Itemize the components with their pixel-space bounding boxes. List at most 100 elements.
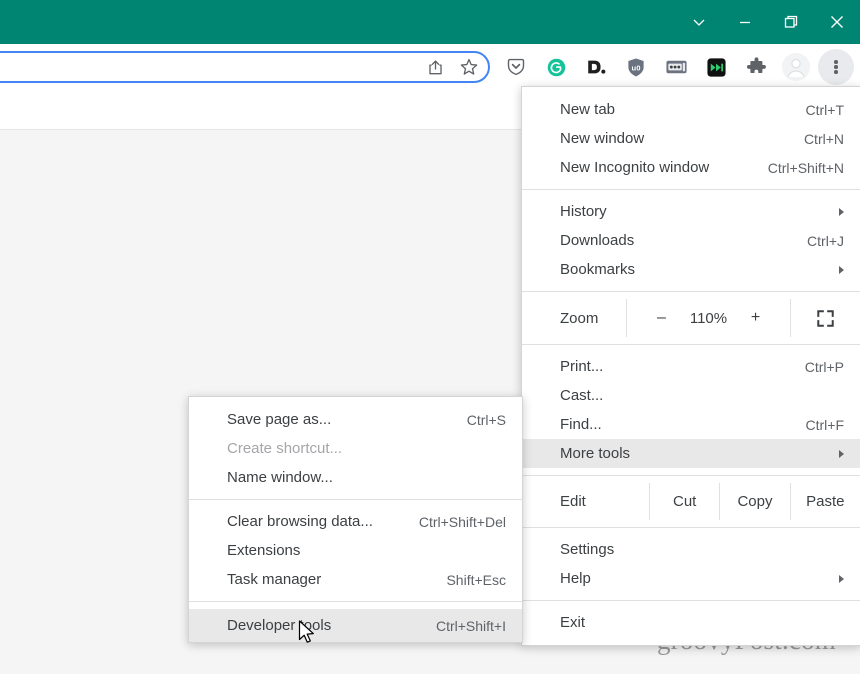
menu-item-settings[interactable]: Settings	[522, 535, 860, 564]
menu-item-developer-tools[interactable]: Developer tools Ctrl+Shift+I	[189, 609, 522, 642]
zoom-controls: – 110% +	[626, 299, 790, 337]
menu-item-shortcut: Ctrl+T	[805, 101, 845, 118]
collapse-chevron-button[interactable]	[676, 0, 722, 44]
menu-separator	[522, 475, 860, 476]
zoom-in-button[interactable]: +	[749, 309, 763, 327]
more-tools-submenu: Save page as... Ctrl+S Create shortcut..…	[188, 396, 523, 643]
fast-forward-icon[interactable]	[696, 48, 736, 86]
menu-item-label: Cast...	[560, 387, 604, 404]
submenu-arrow-icon	[839, 574, 844, 583]
menu-item-print[interactable]: Print... Ctrl+P	[522, 352, 860, 381]
menu-item-label: Find...	[560, 416, 602, 433]
menu-item-label: Extensions	[227, 542, 301, 559]
menu-separator	[522, 527, 860, 528]
menu-separator	[522, 189, 860, 190]
menu-item-label: History	[560, 203, 607, 220]
menu-item-label: Save page as...	[227, 411, 332, 428]
profile-avatar-icon[interactable]	[776, 48, 816, 86]
menu-item-exit[interactable]: Exit	[522, 608, 860, 637]
menu-dot	[834, 60, 838, 64]
menu-item-label: Developer tools	[227, 617, 332, 634]
menu-item-label: New window	[560, 130, 645, 147]
menu-item-name-window[interactable]: Name window...	[189, 463, 522, 492]
ublock-origin-icon[interactable]: u0	[616, 48, 656, 86]
menu-item-label: Name window...	[227, 469, 333, 486]
svg-text:u0: u0	[632, 63, 641, 72]
bookmark-star-icon[interactable]	[454, 53, 484, 81]
menu-item-label: Task manager	[227, 571, 322, 588]
edit-label: Edit	[560, 493, 586, 510]
menu-separator	[189, 601, 522, 602]
fullscreen-icon[interactable]	[790, 299, 860, 337]
share-icon[interactable]	[420, 53, 450, 81]
copy-button[interactable]: Copy	[719, 483, 789, 520]
menu-item-label: Downloads	[560, 232, 635, 249]
menu-separator	[189, 499, 522, 500]
video-speed-controller-icon[interactable]	[656, 48, 696, 86]
extensions-puzzle-icon[interactable]	[736, 48, 776, 86]
paste-button[interactable]: Paste	[789, 483, 860, 520]
menu-item-shortcut: Ctrl+S	[466, 411, 506, 428]
title-bar	[0, 0, 860, 44]
submenu-arrow-icon	[839, 449, 844, 458]
address-bar[interactable]	[0, 51, 490, 83]
browser-window: u0 New tab Ctrl+T New window Ctrl+N New …	[0, 0, 860, 674]
menu-item-label: Settings	[560, 541, 615, 558]
menu-item-label: Print...	[560, 358, 604, 375]
menu-item-more-tools[interactable]: More tools	[522, 439, 860, 468]
dashlane-icon[interactable]	[576, 48, 616, 86]
menu-separator	[522, 291, 860, 292]
submenu-arrow-icon	[839, 207, 844, 216]
menu-item-shortcut: Ctrl+Shift+N	[767, 159, 844, 176]
menu-item-shortcut: Ctrl+J	[807, 232, 844, 249]
submenu-arrow-icon	[839, 265, 844, 274]
menu-item-new-tab[interactable]: New tab Ctrl+T	[522, 95, 860, 124]
menu-dot	[834, 65, 838, 69]
menu-item-label: Help	[560, 570, 591, 587]
zoom-level-value: 110%	[689, 309, 728, 327]
menu-item-shortcut: Ctrl+P	[804, 358, 844, 375]
maximize-button[interactable]	[768, 0, 814, 44]
menu-item-downloads[interactable]: Downloads Ctrl+J	[522, 226, 860, 255]
menu-item-find[interactable]: Find... Ctrl+F	[522, 410, 860, 439]
menu-item-task-manager[interactable]: Task manager Shift+Esc	[189, 565, 522, 594]
grammarly-icon[interactable]	[536, 48, 576, 86]
mouse-pointer	[298, 620, 316, 651]
minimize-button[interactable]	[722, 0, 768, 44]
menu-item-extensions[interactable]: Extensions	[189, 536, 522, 565]
cut-button[interactable]: Cut	[649, 483, 719, 520]
menu-item-label: Exit	[560, 614, 586, 631]
menu-item-label: Clear browsing data...	[227, 513, 373, 530]
menu-dot	[834, 70, 838, 74]
menu-separator	[522, 600, 860, 601]
browser-toolbar: u0	[0, 44, 860, 88]
chrome-menu-button[interactable]	[818, 49, 854, 85]
menu-item-clear-browsing-data[interactable]: Clear browsing data... Ctrl+Shift+Del	[189, 507, 522, 536]
menu-item-new-incognito-window[interactable]: New Incognito window Ctrl+Shift+N	[522, 153, 860, 182]
menu-item-cast[interactable]: Cast...	[522, 381, 860, 410]
menu-item-save-page-as[interactable]: Save page as... Ctrl+S	[189, 405, 522, 434]
menu-item-create-shortcut: Create shortcut...	[189, 434, 522, 463]
menu-item-label: More tools	[560, 445, 631, 462]
menu-item-label: New Incognito window	[560, 159, 710, 176]
menu-item-shortcut: Shift+Esc	[446, 571, 506, 588]
menu-item-shortcut: Ctrl+Shift+I	[435, 617, 506, 634]
pocket-icon[interactable]	[496, 48, 536, 86]
menu-item-new-window[interactable]: New window Ctrl+N	[522, 124, 860, 153]
menu-separator	[522, 344, 860, 345]
menu-item-history[interactable]: History	[522, 197, 860, 226]
menu-zoom-row: Zoom – 110% +	[522, 299, 860, 337]
menu-item-help[interactable]: Help	[522, 564, 860, 593]
chrome-main-menu: New tab Ctrl+T New window Ctrl+N New Inc…	[521, 86, 860, 646]
extension-icons: u0	[496, 48, 816, 86]
zoom-label: Zoom	[560, 309, 599, 327]
menu-edit-row: Edit Cut Copy Paste	[522, 483, 860, 520]
menu-item-bookmarks[interactable]: Bookmarks	[522, 255, 860, 284]
menu-item-shortcut: Ctrl+N	[803, 130, 844, 147]
window-controls	[676, 0, 860, 44]
zoom-out-button[interactable]: –	[655, 309, 669, 327]
menu-item-label: Bookmarks	[560, 261, 636, 278]
menu-item-label: Create shortcut...	[227, 440, 343, 457]
menu-item-shortcut: Ctrl+F	[805, 416, 845, 433]
close-button[interactable]	[814, 0, 860, 44]
